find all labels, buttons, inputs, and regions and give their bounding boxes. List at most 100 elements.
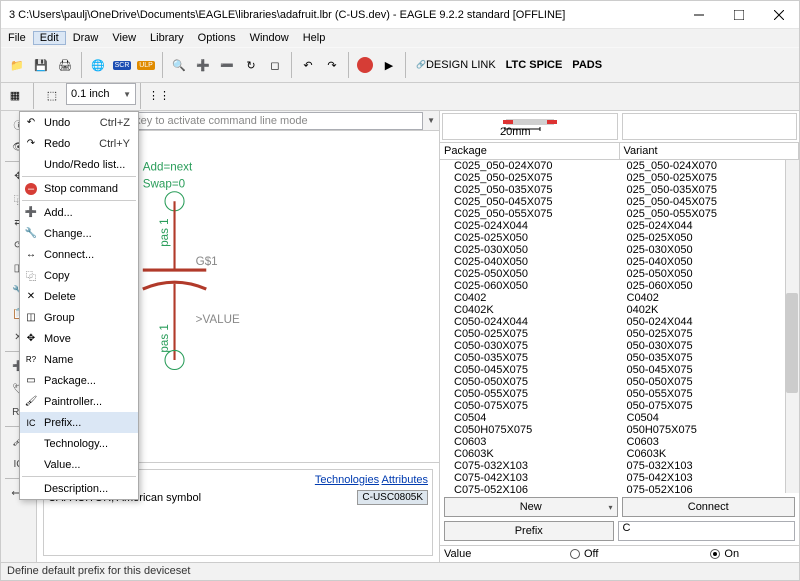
technologies-link[interactable]: Technologies bbox=[315, 474, 379, 486]
menu-delete[interactable]: ✕Delete bbox=[20, 286, 138, 307]
manufacturing-button[interactable]: 🌐 bbox=[86, 53, 110, 77]
grid-dots-button[interactable]: ⋮⋮ bbox=[145, 83, 173, 107]
table-row[interactable]: C0402K0402K✓ bbox=[440, 304, 799, 316]
table-row[interactable]: C0402C0402✓ bbox=[440, 292, 799, 304]
menu-help[interactable]: Help bbox=[296, 31, 333, 45]
table-row[interactable]: C075-032X103075-032X103✓ bbox=[440, 460, 799, 472]
redo-button[interactable]: ↷ bbox=[320, 53, 344, 77]
layer-button[interactable]: ⬚ bbox=[38, 83, 66, 107]
menu-undo[interactable]: ↶UndoCtrl+Z bbox=[20, 112, 138, 133]
table-row[interactable]: C025-040X050025-040X050✓ bbox=[440, 256, 799, 268]
table-row[interactable]: C025_050-025X075025_050-025X075✓ bbox=[440, 172, 799, 184]
table-row[interactable]: C050-050X075050-050X075✓ bbox=[440, 376, 799, 388]
menu-undoredo-list[interactable]: Undo/Redo list... bbox=[20, 154, 138, 175]
table-row[interactable]: C025_050-055X075025_050-055X075✓ bbox=[440, 208, 799, 220]
table-row[interactable]: C050-025X075050-025X075✓ bbox=[440, 328, 799, 340]
table-row[interactable]: C025_050-045X075025_050-045X075✓ bbox=[440, 196, 799, 208]
table-row[interactable]: C025-024X044025-024X044✓ bbox=[440, 220, 799, 232]
value-on[interactable]: On bbox=[655, 548, 796, 560]
header-package[interactable]: Package bbox=[440, 143, 620, 159]
maximize-button[interactable] bbox=[719, 1, 759, 29]
stop-button[interactable] bbox=[353, 53, 377, 77]
go-button[interactable]: ▶ bbox=[377, 53, 401, 77]
undo-button[interactable]: ↶ bbox=[296, 53, 320, 77]
menu-options[interactable]: Options bbox=[191, 31, 243, 45]
table-row[interactable]: C075-052X106075-052X106✓ bbox=[440, 484, 799, 493]
table-row[interactable]: C050-030X075050-030X075✓ bbox=[440, 340, 799, 352]
menu-change[interactable]: 🔧Change... bbox=[20, 223, 138, 244]
wrench-icon: 🔧 bbox=[23, 226, 39, 242]
zoom-out-button[interactable]: ➖ bbox=[215, 53, 239, 77]
scrollbar[interactable] bbox=[785, 160, 799, 493]
menu-copy[interactable]: ⿻Copy bbox=[20, 265, 138, 286]
table-row[interactable]: C025-030X050025-030X050✓ bbox=[440, 244, 799, 256]
header-variant[interactable]: Variant bbox=[620, 143, 800, 159]
radio-off[interactable] bbox=[570, 549, 580, 559]
table-row[interactable]: C050-075X075050-075X075✓ bbox=[440, 400, 799, 412]
minimize-button[interactable] bbox=[679, 1, 719, 29]
menu-window[interactable]: Window bbox=[243, 31, 296, 45]
menu-view[interactable]: View bbox=[105, 31, 143, 45]
window-titlebar: 3 C:\Users\paulj\OneDrive\Documents\EAGL… bbox=[1, 1, 799, 29]
print-button[interactable]: 🖨 bbox=[53, 53, 77, 77]
menu-library[interactable]: Library bbox=[143, 31, 191, 45]
menu-description[interactable]: Description... bbox=[20, 478, 138, 499]
technology-value[interactable]: C-USC0805K bbox=[357, 490, 428, 505]
table-row[interactable]: C0603C0603✓ bbox=[440, 436, 799, 448]
menu-edit[interactable]: Edit bbox=[33, 31, 66, 45]
undo-icon: ↶ bbox=[23, 115, 39, 131]
radio-on[interactable] bbox=[710, 549, 720, 559]
menu-connect[interactable]: ↔Connect... bbox=[20, 244, 138, 265]
menu-paintroller[interactable]: 🖌Paintroller... bbox=[20, 391, 138, 412]
ulp-button[interactable]: ULP bbox=[134, 53, 158, 77]
table-row[interactable]: C0603KC0603K✓ bbox=[440, 448, 799, 460]
grid-button[interactable]: ▦ bbox=[1, 83, 29, 107]
table-row[interactable]: C025_050-024X070025_050-024X070✓ bbox=[440, 160, 799, 172]
connect-button[interactable]: Connect bbox=[622, 497, 796, 517]
zoom-redraw-button[interactable]: ↻ bbox=[239, 53, 263, 77]
menu-draw[interactable]: Draw bbox=[66, 31, 106, 45]
ltspice-button[interactable]: LTC SPICE bbox=[506, 53, 563, 77]
scr-button[interactable]: SCR bbox=[110, 53, 134, 77]
open-button[interactable]: 📁 bbox=[5, 53, 29, 77]
table-row[interactable]: C050-045X075050-045X075✓ bbox=[440, 364, 799, 376]
table-row[interactable]: C075-042X103075-042X103✓ bbox=[440, 472, 799, 484]
prefix-input[interactable]: C bbox=[618, 521, 796, 541]
menu-prefix[interactable]: ICPrefix... bbox=[20, 412, 138, 433]
menu-add[interactable]: ➕Add... bbox=[20, 202, 138, 223]
commandline-dropdown[interactable]: ▼ bbox=[423, 116, 439, 125]
menu-redo[interactable]: ↷RedoCtrl+Y bbox=[20, 133, 138, 154]
menu-technology[interactable]: Technology... bbox=[20, 433, 138, 454]
menu-value[interactable]: Value... bbox=[20, 454, 138, 475]
zoom-fit-button[interactable]: 🔍 bbox=[167, 53, 191, 77]
table-row[interactable]: C025-025X050025-025X050✓ bbox=[440, 232, 799, 244]
table-row[interactable]: C0504C0504✓ bbox=[440, 412, 799, 424]
zoom-select-button[interactable]: ◻ bbox=[263, 53, 287, 77]
menu-move[interactable]: ✥Move bbox=[20, 328, 138, 349]
menu-group[interactable]: ◫Group bbox=[20, 307, 138, 328]
close-button[interactable] bbox=[759, 1, 799, 29]
table-row[interactable]: C050-055X075050-055X075✓ bbox=[440, 388, 799, 400]
menu-name[interactable]: R?Name bbox=[20, 349, 138, 370]
table-row[interactable]: C025-050X050025-050X050✓ bbox=[440, 268, 799, 280]
copy-icon: ⿻ bbox=[23, 268, 39, 284]
menu-stop-command[interactable]: –Stop command bbox=[20, 178, 138, 199]
new-button[interactable]: New▾ bbox=[444, 497, 618, 517]
zoom-in-button[interactable]: ➕ bbox=[191, 53, 215, 77]
table-row[interactable]: C025_050-035X075025_050-035X075✓ bbox=[440, 184, 799, 196]
menu-package[interactable]: ▭Package... bbox=[20, 370, 138, 391]
attributes-link[interactable]: Attributes bbox=[382, 474, 428, 486]
table-row[interactable]: C050-024X044050-024X044✓ bbox=[440, 316, 799, 328]
designlink-button[interactable]: 🔗 DESIGN LINK bbox=[416, 53, 496, 77]
table-body[interactable]: C025_050-024X070025_050-024X070✓C025_050… bbox=[440, 160, 799, 493]
value-off[interactable]: Off bbox=[514, 548, 655, 560]
scroll-thumb[interactable] bbox=[786, 293, 798, 393]
menu-file[interactable]: File bbox=[1, 31, 33, 45]
layer-select[interactable]: 0.1 inch▼ bbox=[66, 83, 136, 105]
pads-button[interactable]: PADS bbox=[572, 53, 602, 77]
table-row[interactable]: C025-060X050025-060X050✓ bbox=[440, 280, 799, 292]
table-row[interactable]: C050H075X075050H075X075✓ bbox=[440, 424, 799, 436]
prefix-button[interactable]: Prefix bbox=[444, 521, 614, 541]
table-row[interactable]: C050-035X075050-035X075✓ bbox=[440, 352, 799, 364]
save-button[interactable]: 💾 bbox=[29, 53, 53, 77]
